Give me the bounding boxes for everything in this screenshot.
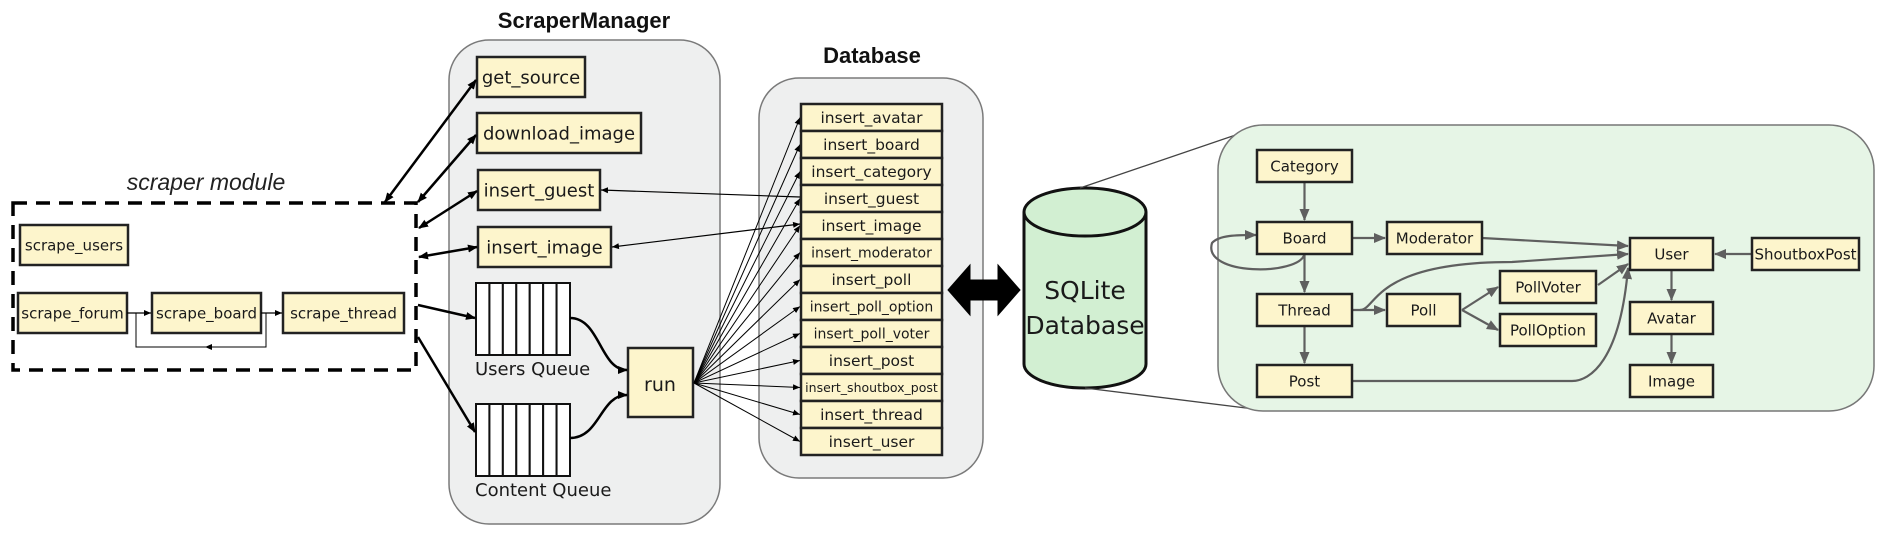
db-insert-board-label: insert_board [823, 136, 920, 155]
run-label: run [644, 374, 676, 396]
entity-category-label: Category [1270, 157, 1339, 175]
sqlite-label-line1: SQLite [1044, 276, 1126, 305]
db-insert-poll-option[interactable]: insert_poll_option [799, 291, 944, 322]
entity-category[interactable]: Category [1255, 148, 1354, 184]
db-insert-shoutbox-post-label: insert_shoutbox_post [805, 380, 938, 395]
method-download-image[interactable]: download_image [475, 111, 643, 155]
db-insert-poll-label: insert_poll [832, 271, 912, 290]
func-scrape-forum[interactable]: scrape_forum [16, 291, 129, 335]
entity-moderator[interactable]: Moderator [1385, 220, 1484, 256]
db-insert-board[interactable]: insert_board [799, 129, 944, 160]
entity-post-label: Post [1289, 372, 1321, 390]
entity-user[interactable]: User [1628, 236, 1715, 272]
func-scrape-thread-label: scrape_thread [290, 304, 397, 323]
db-insert-moderator[interactable]: insert_moderator [799, 237, 944, 268]
queue-slot [501, 403, 518, 477]
entity-shoutbox-post[interactable]: ShoutboxPost [1750, 236, 1861, 272]
db-insert-guest[interactable]: insert_guest [799, 183, 944, 214]
db-insert-avatar-label: insert_avatar [820, 109, 923, 128]
db-insert-guest-label: insert_guest [824, 190, 919, 209]
queue-slot [555, 403, 571, 477]
entity-poll-option-label: PollOption [1510, 321, 1586, 339]
func-scrape-board[interactable]: scrape_board [150, 291, 263, 335]
func-scrape-thread[interactable]: scrape_thread [281, 291, 406, 335]
scraper-module-title: scraper module [127, 169, 286, 195]
db-insert-thread-label: insert_thread [820, 406, 923, 425]
db-insert-image[interactable]: insert_image [799, 210, 944, 241]
database-class: Database insert_avatar insert_boardinsert… [693, 43, 984, 479]
method-insert-guest-label: insert_guest [484, 180, 595, 201]
queue-slot [488, 282, 504, 356]
entity-board[interactable]: Board [1255, 220, 1354, 256]
db-insert-image-label: insert_image [821, 217, 921, 236]
db-insert-post-label: insert_post [829, 352, 914, 371]
sqlite-database[interactable]: SQLite Database [1022, 186, 1148, 390]
db-insert-user-label: insert_user [829, 433, 915, 452]
func-scrape-users-label: scrape_users [25, 236, 123, 255]
db-insert-poll-option-label: insert_poll_option [810, 300, 933, 316]
er-model: Category Board Moderator Thread Poll PollVote… [1210, 124, 1875, 412]
queue-slot [542, 282, 558, 356]
db-insert-category-label: insert_category [811, 163, 931, 182]
db-insert-thread[interactable]: insert_thread [799, 399, 944, 430]
entity-thread-label: Thread [1277, 301, 1330, 319]
db-insert-poll[interactable]: insert_poll [799, 264, 944, 295]
db-insert-shoutbox-post[interactable]: insert_shoutbox_post [799, 372, 944, 403]
queue-slot [542, 403, 558, 477]
entity-moderator-label: Moderator [1396, 229, 1474, 247]
method-get-source[interactable]: get_source [475, 55, 587, 99]
queue-slot [515, 403, 531, 477]
queue-slot [488, 403, 504, 477]
scraper-module: scraper module scrape_users scrape_forum s… [11, 169, 418, 372]
scraper-manager-title: ScraperManager [498, 8, 671, 33]
entity-poll-option[interactable]: PollOption [1498, 312, 1598, 348]
func-scrape-forum-label: scrape_forum [21, 304, 123, 323]
method-get-source-label: get_source [482, 67, 580, 88]
sqlite-label-line2: Database [1025, 311, 1144, 340]
func-scrape-board-label: scrape_board [156, 304, 257, 323]
entity-shoutbox-post-label: ShoutboxPost [1754, 245, 1856, 263]
entity-poll-label: Poll [1410, 301, 1436, 319]
db-insert-poll-voter-label: insert_poll_voter [814, 327, 930, 343]
entity-poll-voter-label: PollVoter [1515, 278, 1581, 296]
architecture-diagram: scraper module scrape_users scrape_forum s… [11, 8, 1875, 525]
db-insert-post[interactable]: insert_post [799, 345, 944, 376]
content-queue-label: Content Queue [475, 480, 611, 501]
entity-user-label: User [1654, 245, 1689, 263]
queue-slot [475, 282, 491, 356]
entity-avatar-label: Avatar [1647, 309, 1697, 327]
entity-thread[interactable]: Thread [1255, 292, 1354, 328]
db-insert-avatar[interactable]: insert_avatar [799, 102, 944, 133]
method-insert-guest[interactable]: insert_guest [476, 168, 602, 212]
method-download-image-label: download_image [483, 123, 635, 144]
entity-poll[interactable]: Poll [1385, 292, 1462, 328]
entity-image-label: Image [1648, 372, 1695, 390]
func-scrape-users[interactable]: scrape_users [18, 223, 130, 267]
queue-slot [515, 282, 531, 356]
queue-slot [528, 282, 545, 356]
method-insert-image[interactable]: insert_image [476, 225, 613, 269]
database-title: Database [823, 43, 921, 68]
cylinder-top [1022, 186, 1148, 238]
db-insert-moderator-label: insert_moderator [811, 246, 932, 262]
entity-board-label: Board [1282, 229, 1326, 247]
db-insert-user[interactable]: insert_user [799, 426, 944, 457]
queue-slot [555, 282, 571, 356]
db-insert-poll-voter[interactable]: insert_poll_voter [799, 318, 944, 349]
queue-slot [528, 403, 545, 477]
db-insert-category[interactable]: insert_category [799, 156, 944, 187]
entity-poll-voter[interactable]: PollVoter [1498, 269, 1598, 305]
scraper-manager: ScraperManager get_source download_imagei… [448, 8, 721, 525]
entity-avatar[interactable]: Avatar [1628, 300, 1715, 336]
entity-post[interactable]: Post [1255, 363, 1354, 399]
queue-slot [475, 403, 491, 477]
entity-image[interactable]: Image [1628, 363, 1715, 399]
users-queue-label: Users Queue [475, 359, 590, 380]
queue-slot [501, 282, 518, 356]
method-insert-image-label: insert_image [486, 237, 602, 258]
